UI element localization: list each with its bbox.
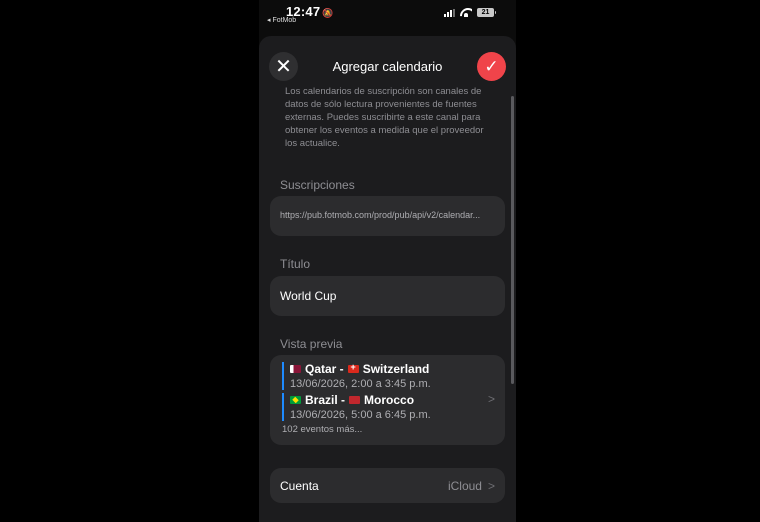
checkmark-icon: ✓ — [484, 57, 499, 76]
cellular-signal-icon — [444, 8, 455, 17]
event-date: 13/06/2026, 5:00 a 6:45 p.m. — [290, 409, 431, 421]
account-value: iCloud — [447, 478, 482, 493]
preview-event: Qatar - Switzerland 13/06/2026, 2:00 a 3… — [282, 362, 495, 390]
title-label: Título — [280, 257, 311, 271]
event-title: Qatar - Switzerland — [290, 362, 495, 376]
account-value-group: iCloud > — [448, 479, 495, 493]
event-home-team: Brazil - — [305, 393, 346, 407]
subscription-url-field[interactable]: https://pub.fotmob.com/prod/pub/api/v2/c… — [270, 196, 505, 236]
chevron-right-icon: > — [487, 392, 495, 406]
event-away-team: Morocco — [364, 393, 415, 407]
battery-icon: 21 — [477, 8, 496, 17]
qatar-flag-icon — [290, 365, 301, 373]
preview-card[interactable]: Qatar - Switzerland 13/06/2026, 2:00 a 3… — [270, 355, 505, 445]
title-input[interactable]: World Cup — [270, 276, 505, 316]
subscriptions-label: Suscripciones — [280, 178, 355, 192]
brazil-flag-icon — [290, 396, 301, 404]
event-date: 13/06/2026, 2:00 a 3:45 p.m. — [290, 378, 431, 390]
bell-mute-icon: 🔕 — [322, 8, 334, 18]
preview-event: Brazil - Morocco 13/06/2026, 5:00 a 6:45… — [282, 393, 495, 421]
account-row[interactable]: Cuenta iCloud > — [270, 468, 505, 503]
account-label: Cuenta — [280, 478, 319, 493]
add-calendar-sheet: ✕ Agregar calendario ✓ Los calendarios d… — [259, 36, 516, 522]
subscription-description: Los calendarios de suscripción son canal… — [285, 86, 484, 149]
scrollbar[interactable] — [511, 96, 514, 384]
wifi-icon — [460, 8, 472, 17]
status-icons: 21 — [444, 8, 496, 17]
morocco-flag-icon — [349, 396, 361, 404]
back-to-app-link[interactable]: ◂ FotMob — [267, 16, 296, 24]
event-title: Brazil - Morocco — [290, 393, 495, 407]
more-events-text: 102 eventos más... — [282, 424, 363, 435]
preview-label: Vista previa — [280, 337, 343, 351]
event-away-team: Switzerland — [362, 362, 430, 376]
confirm-button[interactable]: ✓ — [477, 52, 506, 81]
switzerland-flag-icon — [347, 362, 359, 373]
phone-screen: 12:47 🔕 ◂ FotMob 21 ✕ Agregar calendario … — [259, 0, 516, 522]
chevron-right-icon: > — [487, 478, 495, 493]
event-home-team: Qatar - — [305, 362, 344, 376]
